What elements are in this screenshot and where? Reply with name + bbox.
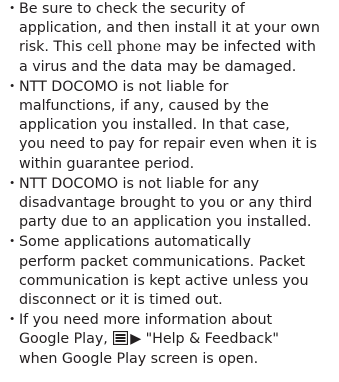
- device-term: cell phone: [86, 39, 162, 56]
- text-line: perform packet communications. Packet: [19, 253, 306, 270]
- text-run: Google Play,: [19, 331, 113, 348]
- text-run: risk. This: [19, 39, 87, 56]
- text-line: NTT DOCOMO is not liable for: [19, 78, 229, 95]
- precautions-list: ・ Be sure to check the security of appli…: [0, 0, 339, 369]
- text-run: may be infected with: [161, 39, 316, 56]
- text-line: communication is kept active unless you: [19, 272, 309, 289]
- text-line: malfunctions, if any, caused by the: [19, 98, 269, 115]
- bullet: ・: [5, 1, 20, 17]
- text-line: you need to pay for repair even when it …: [19, 136, 317, 153]
- text-line: Some applications automatically: [19, 234, 251, 251]
- bullet: ・: [5, 234, 20, 251]
- bullet: ・: [5, 78, 20, 95]
- text-line: application, and then install it at your…: [19, 20, 320, 37]
- list-item: ・ If you need more information about Goo…: [4, 311, 339, 369]
- text-line: If you need more information about: [19, 312, 273, 329]
- text-line: application you installed. In that case,: [19, 117, 290, 134]
- text-line: party due to an application you installe…: [19, 214, 312, 231]
- text-line: within guarantee period.: [19, 155, 195, 172]
- list-item: ・ Some applications automatically perfor…: [4, 233, 339, 310]
- text-line: Be sure to check the security of: [19, 1, 245, 17]
- help-feedback-instruction: ▶ "Help & Feedback": [130, 331, 279, 348]
- bullet: ・: [5, 175, 20, 192]
- bullet: ・: [5, 312, 20, 329]
- text-line: a virus and the data may be damaged.: [19, 58, 297, 75]
- text-line: risk. This cell phone may be infected wi…: [19, 38, 339, 57]
- list-item: ・ NTT DOCOMO is not liable for any disad…: [4, 175, 339, 233]
- text-line: NTT DOCOMO is not liable for any: [19, 175, 259, 192]
- text-line: disconnect or it is timed out.: [19, 292, 223, 309]
- text-line: when Google Play screen is open.: [19, 350, 259, 367]
- list-item: ・ NTT DOCOMO is not liable for malfuncti…: [4, 78, 339, 174]
- text-line: disadvantage brought to you or any third: [19, 195, 313, 212]
- text-line: Google Play, ▶ "Help & Feedback": [19, 330, 339, 349]
- list-item: ・ Be sure to check the security of appli…: [4, 0, 339, 77]
- menu-icon: [113, 331, 129, 346]
